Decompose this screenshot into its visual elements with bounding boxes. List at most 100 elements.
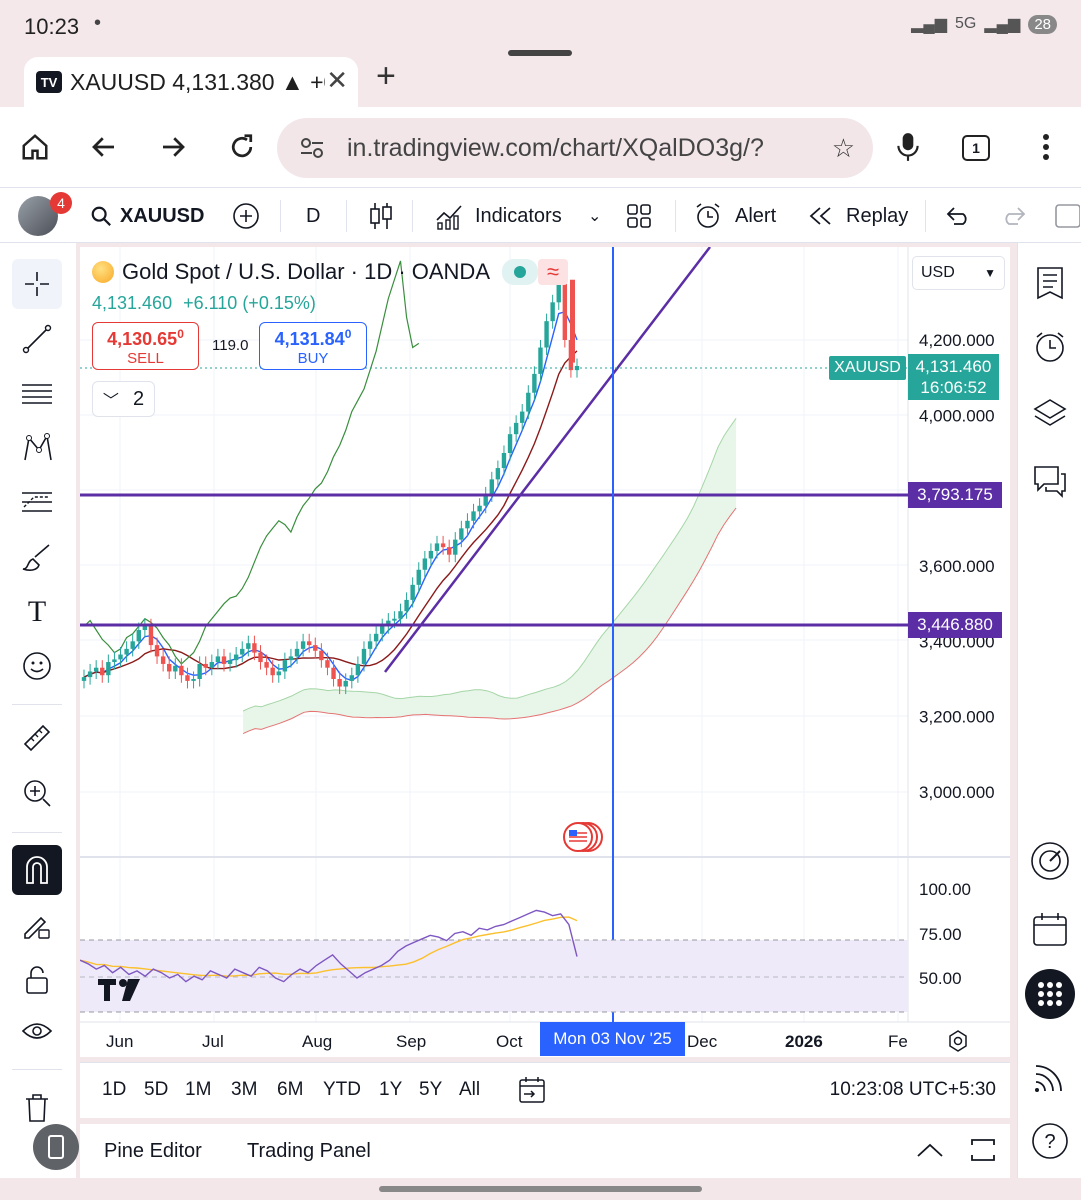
status-bar: 10:23 • ▂▄▆ 5G ▂▄▆ 28 — [0, 0, 1081, 55]
candle-body — [410, 584, 415, 600]
range-6m[interactable]: 6M — [277, 1079, 303, 1101]
tab-pine-editor[interactable]: Pine Editor — [104, 1140, 202, 1163]
watchlist-icon[interactable] — [1026, 259, 1074, 307]
candle-body — [313, 645, 318, 651]
fib-retracement-icon[interactable] — [12, 369, 62, 419]
maximize-panel-icon[interactable] — [970, 1138, 996, 1162]
settings-gear-icon[interactable] — [947, 1030, 969, 1052]
tab-trading-panel[interactable]: Trading Panel — [247, 1140, 371, 1163]
bookmark-star-icon[interactable]: ☆ — [832, 133, 855, 164]
time-axis[interactable]: Jun Jul Aug Sep Oct Dec 2026 Fe Mon 03 N… — [80, 1022, 1010, 1057]
redo-icon[interactable] — [1000, 188, 1026, 244]
candle-body — [453, 539, 458, 555]
emoji-icon[interactable] — [12, 641, 62, 691]
candle-body — [538, 347, 543, 374]
site-settings-icon[interactable] — [299, 136, 325, 160]
range-1m[interactable]: 1M — [185, 1079, 211, 1101]
buy-button[interactable]: 4,131.840 BUY — [259, 322, 367, 370]
close-tab-icon[interactable]: ✕ — [326, 65, 348, 96]
candle-body — [240, 648, 245, 655]
reload-icon[interactable] — [222, 127, 262, 167]
chats-icon[interactable] — [1026, 457, 1074, 505]
spread-value: 119.0 — [212, 337, 249, 354]
help-icon[interactable]: ? — [1026, 1117, 1074, 1165]
fullscreen-icon[interactable] — [1054, 188, 1080, 244]
chart-type-button[interactable] — [368, 188, 394, 244]
text-tool-icon[interactable]: T — [12, 587, 62, 637]
candle-body — [562, 283, 568, 340]
candle-body — [550, 302, 555, 322]
phone-icon — [48, 1135, 64, 1159]
alert-button[interactable]: Alert — [693, 188, 776, 244]
rsi-tick: 50.00 — [919, 969, 962, 988]
chart-pane[interactable]: 4,200.000 4,000.000 3,600.000 3,400.000 3,20… — [79, 246, 1010, 1057]
phone-mode-button[interactable] — [33, 1124, 79, 1170]
rsi-tick: 75.00 — [919, 925, 962, 944]
alarm-clock-icon — [696, 203, 720, 228]
candle-body — [325, 660, 330, 668]
lock-icon[interactable] — [12, 955, 62, 1005]
range-1y[interactable]: 1Y — [379, 1079, 402, 1101]
stay-in-drawing-mode-icon[interactable] — [12, 901, 62, 951]
clock-timezone[interactable]: 10:23:08 UTC+5:30 — [830, 1079, 996, 1101]
candle-body — [343, 680, 348, 687]
drag-handle[interactable] — [508, 50, 572, 56]
microphone-icon[interactable] — [888, 127, 928, 167]
goto-date-icon[interactable] — [518, 1076, 546, 1104]
range-3m[interactable]: 3M — [231, 1079, 257, 1101]
indicators-button[interactable]: Indicators — [435, 188, 562, 244]
range-ytd[interactable]: YTD — [323, 1079, 361, 1101]
apps-grid-icon[interactable] — [1025, 969, 1075, 1019]
buy-label: BUY — [297, 350, 329, 367]
sell-button[interactable]: 4,130.650 SELL — [92, 322, 199, 370]
layout-grid-icon — [627, 204, 651, 228]
ruler-icon[interactable] — [12, 713, 62, 763]
replay-button[interactable]: Replay — [808, 188, 908, 244]
url-field[interactable]: in.tradingview.com/chart/XQalDO3g/? ☆ — [277, 118, 873, 178]
range-all[interactable]: All — [459, 1079, 480, 1101]
price-tick: 3,600.000 — [919, 557, 995, 576]
forecast-icon[interactable] — [12, 477, 62, 527]
chevron-up-icon[interactable] — [916, 1142, 944, 1158]
range-5y[interactable]: 5Y — [419, 1079, 442, 1101]
candle-body — [446, 547, 452, 555]
brush-icon[interactable] — [12, 533, 62, 583]
zoom-in-icon[interactable] — [12, 768, 62, 818]
interval-button[interactable]: D — [306, 188, 320, 244]
hline-2-label: 3,446.880 — [908, 612, 1002, 638]
alerts-clock-icon[interactable] — [1026, 323, 1074, 371]
compare-add-button[interactable] — [232, 188, 260, 244]
forward-icon[interactable] — [153, 127, 193, 167]
ideas-target-icon[interactable] — [1026, 837, 1074, 885]
candle-body — [288, 656, 294, 661]
buy-price-sup: 0 — [344, 327, 352, 341]
currency-select[interactable]: USD ▼ — [912, 256, 1005, 290]
streams-icon[interactable] — [1026, 1053, 1074, 1101]
back-icon[interactable] — [84, 127, 124, 167]
time-label: Jul — [202, 1032, 224, 1051]
eye-icon[interactable] — [12, 1007, 62, 1057]
chevron-down-icon[interactable]: ⌄ — [588, 188, 601, 244]
range-5d[interactable]: 5D — [144, 1079, 168, 1101]
search-icon — [91, 206, 111, 226]
indicators-collapse-button[interactable]: ﹀ 2 — [92, 381, 155, 417]
range-1d[interactable]: 1D — [102, 1079, 126, 1101]
browser-tab[interactable]: TV XAUUSD 4,131.380 ▲ +0 ✕ — [24, 57, 358, 107]
candle-body — [380, 626, 385, 634]
trendline-icon[interactable] — [12, 314, 62, 364]
price-tick: 3,000.000 — [919, 783, 995, 802]
home-icon[interactable] — [15, 127, 55, 167]
pattern-icon[interactable] — [12, 423, 62, 473]
undo-icon[interactable] — [946, 188, 972, 244]
crosshair-icon[interactable] — [12, 259, 62, 309]
legend-title-row[interactable]: Gold Spot / U.S. Dollar · 1D · OANDA ≈ — [92, 259, 568, 285]
new-tab-button[interactable]: + — [376, 57, 396, 96]
more-menu-icon[interactable] — [1026, 127, 1066, 167]
tab-switcher-button[interactable]: 1 — [962, 135, 990, 161]
symbol-search-button[interactable]: XAUUSD — [90, 188, 204, 244]
layers-icon[interactable] — [1026, 389, 1074, 437]
layout-button[interactable] — [626, 188, 652, 244]
rewind-icon — [809, 207, 831, 225]
calendar-icon[interactable] — [1026, 905, 1074, 953]
magnet-icon[interactable] — [12, 845, 62, 895]
